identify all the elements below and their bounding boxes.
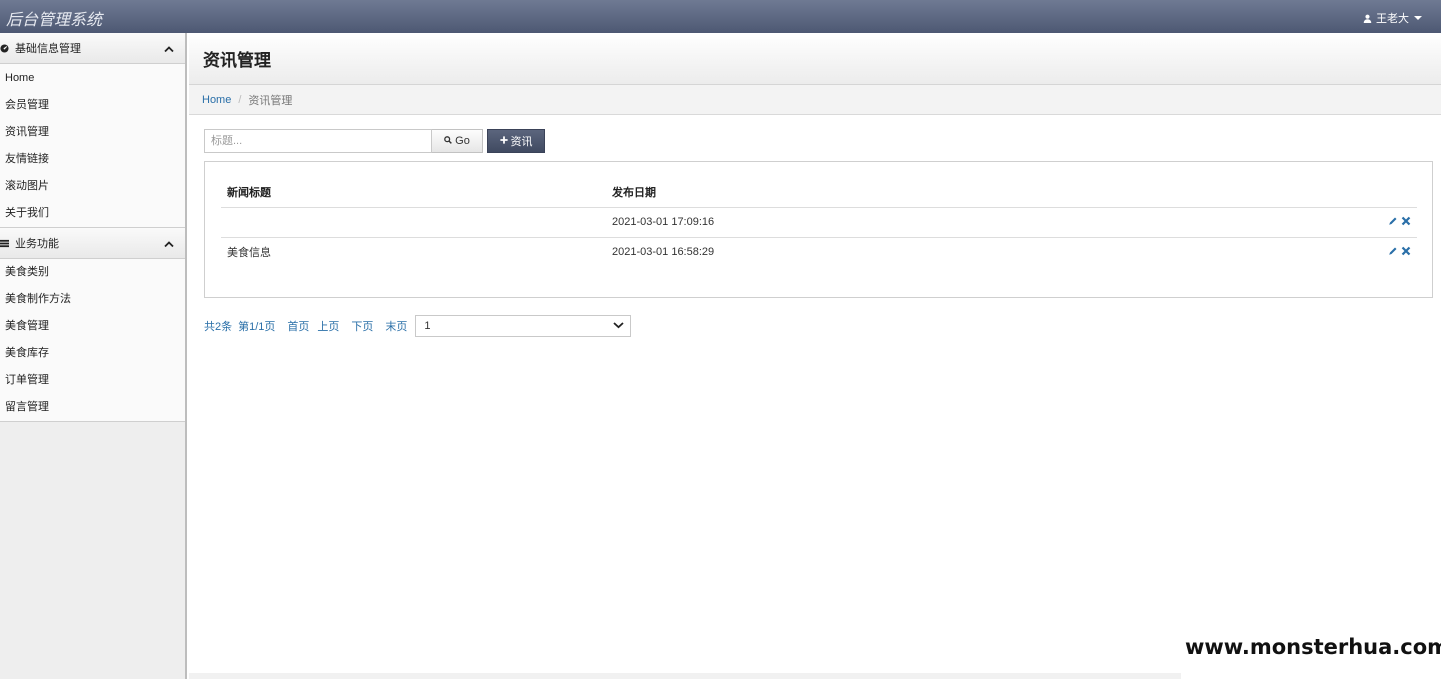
watermark-text: www.monsterhua.com bbox=[1183, 635, 1441, 659]
go-button-label: Go bbox=[455, 135, 470, 147]
news-date-cell: 2021-03-01 17:09:16 bbox=[606, 207, 1366, 238]
sidebar-item-links[interactable]: 友情链接 bbox=[0, 146, 185, 173]
table-header-row: 新闻标题 发布日期 bbox=[221, 177, 1417, 208]
user-name: 王老大 bbox=[1376, 13, 1409, 25]
breadcrumb-current: 资讯管理 bbox=[248, 94, 293, 107]
pager-page-info: 第1/1页 bbox=[238, 321, 276, 333]
sidebar-group-label: 基础信息管理 bbox=[15, 43, 81, 55]
table-row: 2021-03-01 17:09:16 bbox=[221, 207, 1417, 238]
column-header-date: 发布日期 bbox=[606, 177, 1366, 208]
sidebar-item-home[interactable]: Home bbox=[0, 64, 185, 92]
pager-last-link[interactable]: 末页 bbox=[385, 318, 407, 334]
sidebar-group-business-items: 美食类别 美食制作方法 美食管理 美食库存 订单管理 留言管理 bbox=[0, 259, 185, 422]
sidebar-item-news[interactable]: 资讯管理 bbox=[0, 119, 185, 146]
sidebar-item-members[interactable]: 会员管理 bbox=[0, 92, 185, 119]
go-button[interactable]: Go bbox=[432, 129, 483, 153]
add-news-label: 资讯 bbox=[510, 136, 533, 148]
pager-first-link[interactable]: 首页 bbox=[287, 318, 309, 334]
sidebar-item-stock[interactable]: 美食库存 bbox=[0, 340, 185, 367]
caret-down-icon bbox=[1413, 14, 1423, 22]
plus-icon bbox=[499, 135, 508, 147]
delete-x-icon[interactable] bbox=[1401, 246, 1411, 259]
edit-pencil-icon[interactable] bbox=[1388, 246, 1398, 259]
table-row: 美食信息 2021-03-01 16:58:29 bbox=[221, 237, 1417, 267]
page-header: 资讯管理 bbox=[189, 33, 1441, 85]
news-date-cell: 2021-03-01 16:58:29 bbox=[612, 246, 715, 259]
breadcrumb-home-link[interactable]: Home bbox=[202, 94, 231, 106]
pager-next-link[interactable]: 下页 bbox=[351, 318, 373, 334]
row-actions bbox=[1366, 207, 1417, 238]
chevron-down-icon bbox=[613, 320, 625, 332]
page-select-value: 1 bbox=[424, 320, 431, 332]
breadcrumb-separator: / bbox=[238, 93, 242, 106]
pager-total: 共2条 bbox=[204, 321, 233, 333]
row-actions bbox=[1366, 237, 1417, 267]
column-header-actions bbox=[1366, 177, 1417, 208]
search-input[interactable] bbox=[204, 129, 432, 153]
sidebar-item-messages[interactable]: 留言管理 bbox=[0, 394, 185, 421]
chevron-up-icon[interactable] bbox=[164, 44, 174, 56]
sidebar-item-food[interactable]: 美食管理 bbox=[0, 313, 185, 340]
delete-x-icon[interactable] bbox=[1401, 216, 1411, 229]
column-header-title: 新闻标题 bbox=[221, 177, 606, 208]
search-toolbar: Go 资讯 bbox=[204, 129, 545, 153]
list-icon bbox=[0, 238, 10, 248]
news-table: 新闻标题 发布日期 2021-03-01 17:09:16 美食信息 2021-… bbox=[221, 177, 1417, 267]
sidebar-group-label: 业务功能 bbox=[15, 238, 59, 250]
app-title[interactable]: 后台管理系统 bbox=[6, 6, 102, 30]
dashboard-icon bbox=[0, 43, 10, 53]
news-table-panel: 新闻标题 发布日期 2021-03-01 17:09:16 美食信息 2021-… bbox=[204, 161, 1433, 298]
sidebar: 基础信息管理 Home 会员管理 资讯管理 友情链接 滚动图片 关于我们 业务功… bbox=[0, 33, 187, 679]
chevron-up-icon[interactable] bbox=[164, 239, 174, 251]
news-title-cell[interactable]: 美食信息 bbox=[221, 237, 606, 267]
page-title: 资讯管理 bbox=[203, 51, 271, 70]
sidebar-item-carousel[interactable]: 滚动图片 bbox=[0, 173, 185, 200]
search-icon bbox=[444, 135, 453, 147]
user-menu[interactable]: 王老大 bbox=[1363, 10, 1423, 26]
top-navbar: 后台管理系统 王老大 bbox=[0, 0, 1441, 33]
pagination: 共2条 第1/1页 首页 上页 下页 末页 1 bbox=[204, 315, 632, 337]
sidebar-group-business[interactable]: 业务功能 bbox=[0, 228, 185, 259]
news-title-cell[interactable] bbox=[221, 207, 606, 238]
page-select[interactable]: 1 bbox=[415, 315, 632, 337]
sidebar-item-about[interactable]: 关于我们 bbox=[0, 200, 185, 227]
pager-prev-link[interactable]: 上页 bbox=[317, 318, 339, 334]
sidebar-group-basic[interactable]: 基础信息管理 bbox=[0, 33, 185, 64]
edit-pencil-icon[interactable] bbox=[1388, 216, 1398, 229]
add-news-button[interactable]: 资讯 bbox=[487, 129, 545, 153]
bottom-scroll-strip bbox=[189, 673, 1181, 679]
user-icon bbox=[1363, 14, 1372, 23]
breadcrumb: Home / 资讯管理 bbox=[189, 85, 1441, 115]
sidebar-item-orders[interactable]: 订单管理 bbox=[0, 367, 185, 394]
sidebar-item-recipes[interactable]: 美食制作方法 bbox=[0, 286, 185, 313]
main-content: 资讯管理 Home / 资讯管理 Go 资讯 新闻标题 发布日期 bbox=[189, 33, 1441, 679]
sidebar-group-basic-items: Home 会员管理 资讯管理 友情链接 滚动图片 关于我们 bbox=[0, 64, 185, 228]
sidebar-item-food-category[interactable]: 美食类别 bbox=[0, 259, 185, 286]
